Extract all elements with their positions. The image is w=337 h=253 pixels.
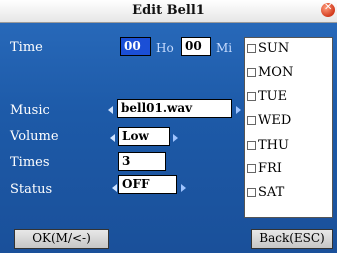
day-wed[interactable]: WED	[247, 113, 291, 128]
close-icon[interactable]	[321, 2, 335, 17]
weekday-panel: SUN MON TUE WED THU FRI SAT	[244, 37, 333, 218]
bell-edit-screen: Edit Bell1 Time 00 Ho 00 Mi Music bell01…	[0, 0, 337, 253]
checkbox-icon	[247, 164, 256, 173]
times-field[interactable]: 3	[118, 152, 166, 171]
day-label: WED	[258, 113, 292, 128]
status-prev-arrow-icon[interactable]	[112, 184, 117, 192]
day-label: SUN	[258, 41, 290, 56]
hour-field[interactable]: 00	[120, 37, 151, 56]
minute-unit: Mi	[216, 41, 233, 55]
checkbox-icon	[247, 116, 256, 125]
day-label: TUE	[258, 89, 288, 104]
minute-field[interactable]: 00	[181, 37, 211, 56]
status-field[interactable]: OFF	[118, 175, 177, 194]
day-label: FRI	[258, 161, 282, 176]
hour-unit: Ho	[156, 41, 174, 55]
day-fri[interactable]: FRI	[247, 161, 282, 176]
checkbox-icon	[247, 141, 256, 150]
day-label: SAT	[258, 185, 285, 200]
day-label: MON	[258, 65, 294, 80]
day-label: THU	[258, 138, 289, 153]
status-next-arrow-icon[interactable]	[181, 184, 186, 192]
title-bar: Edit Bell1	[0, 0, 337, 23]
music-prev-arrow-icon[interactable]	[108, 106, 113, 114]
day-sat[interactable]: SAT	[247, 185, 284, 200]
checkbox-icon	[247, 92, 256, 101]
times-label: Times	[10, 155, 50, 170]
ok-button[interactable]: OK(M/<-)	[14, 229, 109, 249]
checkbox-icon	[247, 188, 256, 197]
time-label: Time	[10, 40, 43, 55]
window-title: Edit Bell1	[132, 3, 205, 18]
back-button[interactable]: Back(ESC)	[251, 229, 333, 249]
day-mon[interactable]: MON	[247, 65, 293, 80]
checkbox-icon	[247, 44, 256, 53]
volume-prev-arrow-icon[interactable]	[110, 134, 115, 142]
day-tue[interactable]: TUE	[247, 89, 287, 104]
music-next-arrow-icon[interactable]	[236, 106, 241, 114]
checkbox-icon	[247, 68, 256, 77]
music-field[interactable]: bell01.wav	[117, 99, 232, 118]
day-thu[interactable]: THU	[247, 138, 289, 153]
volume-next-arrow-icon[interactable]	[173, 134, 178, 142]
day-sun[interactable]: SUN	[247, 41, 289, 56]
status-label: Status	[10, 182, 53, 197]
music-label: Music	[10, 103, 50, 118]
volume-field[interactable]: Low	[118, 127, 170, 146]
volume-label: Volume	[10, 129, 59, 144]
